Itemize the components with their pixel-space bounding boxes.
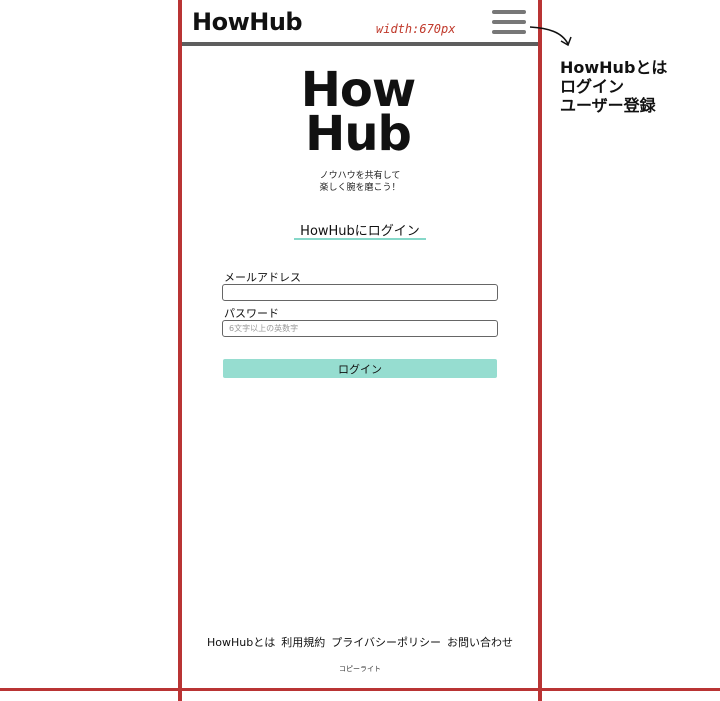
guide-line-bottom — [0, 688, 720, 691]
menu-item-register[interactable]: ユーザー登録 — [560, 96, 667, 115]
header-logo[interactable]: HowHub — [192, 8, 303, 36]
tagline: ノウハウを共有して 楽しく腕を磨こう！ — [298, 170, 422, 194]
footer-link-terms[interactable]: 利用規約 — [281, 636, 325, 649]
login-button[interactable]: ログイン — [223, 359, 497, 378]
password-field[interactable] — [222, 320, 498, 337]
tagline-line1: ノウハウを共有して — [319, 171, 401, 181]
header-divider — [182, 42, 538, 46]
tagline-line2: 楽しく腕を磨こう！ — [319, 183, 401, 193]
width-annotation: width:670px — [376, 22, 456, 36]
copyright: コピーライト — [339, 665, 381, 673]
main-logo-line2: Hub — [305, 106, 412, 162]
menu-item-about[interactable]: HowHubとは — [560, 58, 667, 77]
footer-link-contact[interactable]: お問い合わせ — [447, 636, 513, 649]
guide-line-right — [538, 0, 542, 701]
footer-links: HowHubとは 利用規約 プライバシーポリシー お問い合わせ — [182, 634, 538, 650]
guide-line-left — [178, 0, 182, 701]
hamburger-icon[interactable] — [492, 10, 526, 36]
login-title-underline — [294, 238, 426, 240]
arrow-icon — [529, 26, 572, 47]
email-label: メールアドレス — [224, 271, 301, 284]
login-title: HowHubにログイン — [300, 224, 420, 239]
main-logo: How Hub — [298, 66, 418, 162]
footer-link-privacy[interactable]: プライバシーポリシー — [331, 636, 441, 649]
menu-annotation: HowHubとは ログイン ユーザー登録 — [560, 58, 667, 115]
password-label: パスワード — [224, 307, 279, 320]
email-field[interactable] — [222, 284, 498, 301]
menu-item-login[interactable]: ログイン — [560, 77, 667, 96]
footer-link-about[interactable]: HowHubとは — [207, 636, 275, 649]
